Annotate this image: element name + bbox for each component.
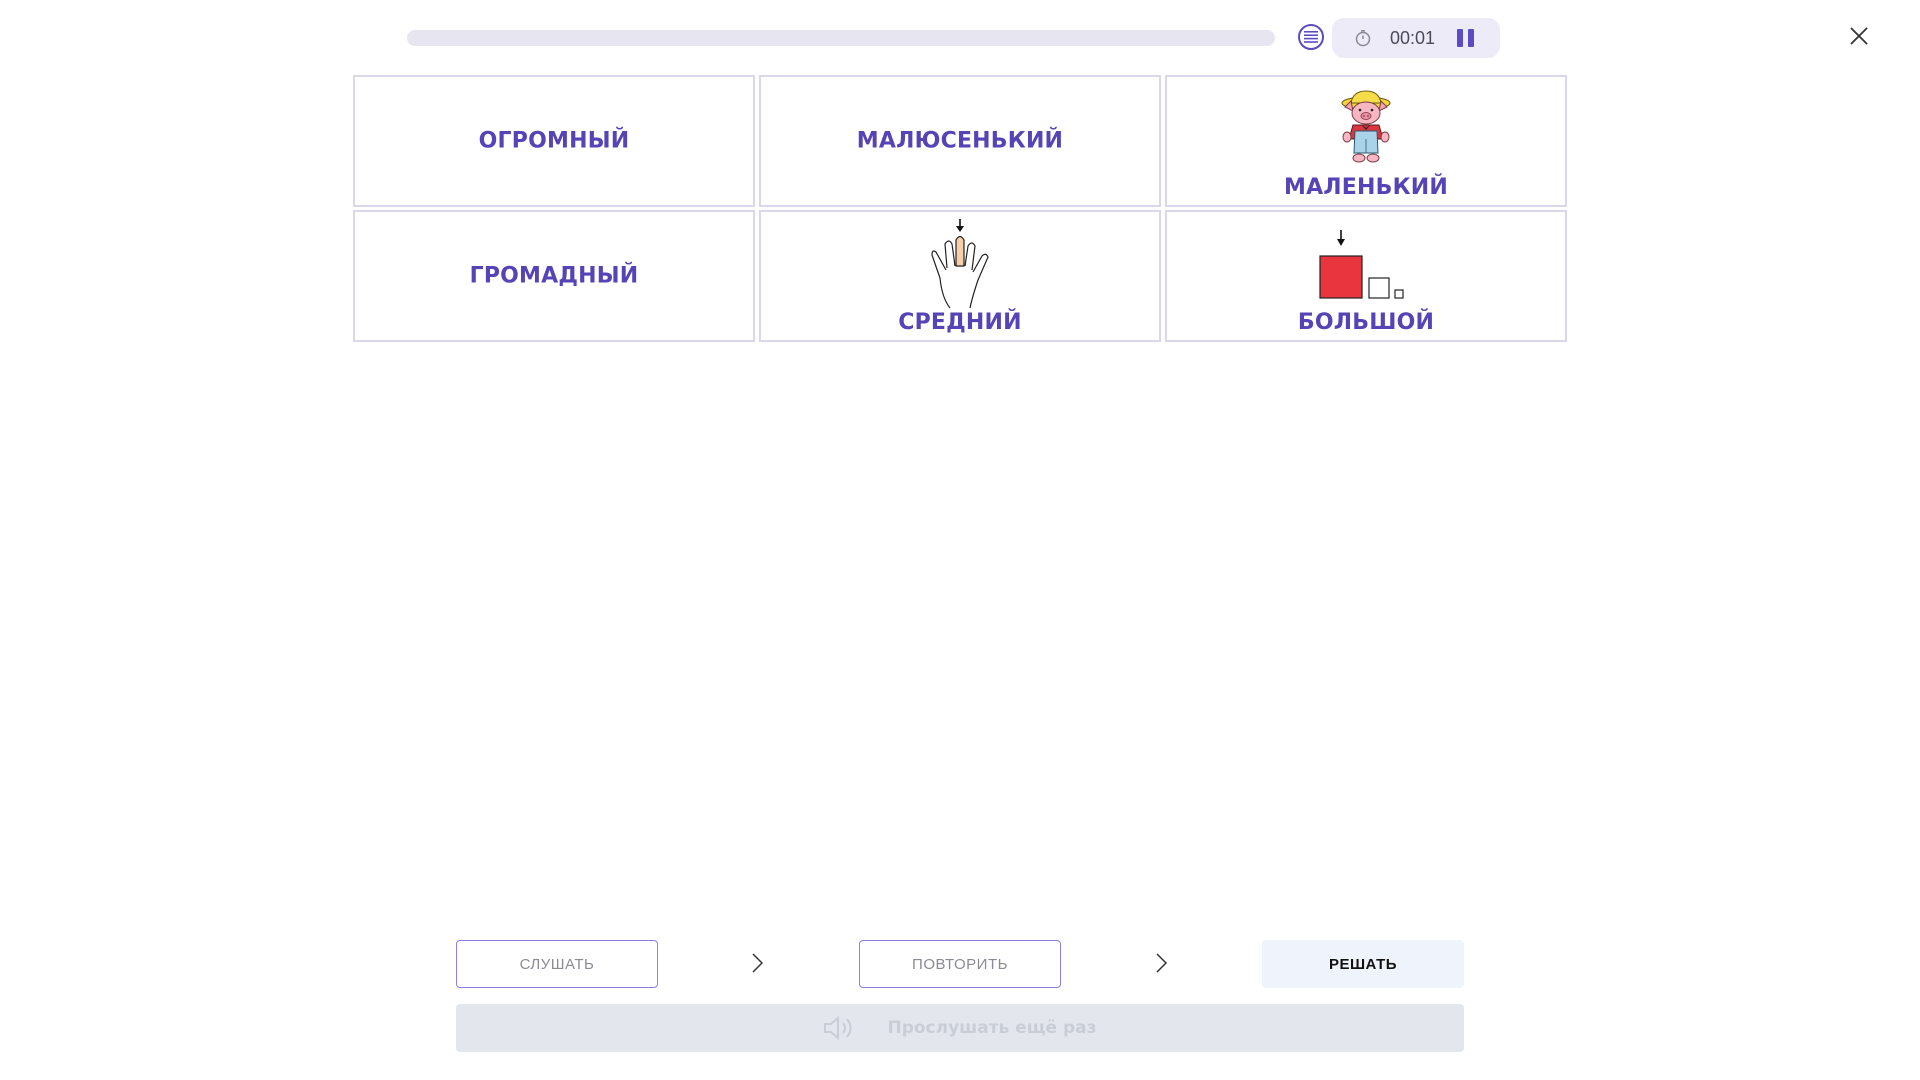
list-button[interactable] xyxy=(1298,24,1324,50)
stopwatch-icon xyxy=(1355,30,1371,47)
listen-again-label: Прослушать ещё раз xyxy=(887,1018,1097,1038)
close-icon[interactable] xyxy=(1847,24,1871,48)
card-word: БОЛЬШОЙ xyxy=(1297,310,1435,335)
list-icon xyxy=(1304,31,1318,43)
listen-again-button[interactable]: Прослушать ещё раз xyxy=(456,1004,1464,1052)
timer: 00:01 xyxy=(1332,18,1500,58)
speaker-icon xyxy=(824,1015,852,1041)
card-word: МАЛЮСЕНЬКИЙ xyxy=(856,128,1064,154)
pause-icon xyxy=(1457,29,1463,47)
word-card[interactable]: МАЛЕНЬКИЙ xyxy=(1165,75,1567,207)
word-card[interactable]: МАЛЮСЕНЬКИЙ xyxy=(759,75,1161,207)
pause-icon-bar xyxy=(1468,29,1474,47)
card-word: ГРОМАДНЫЙ xyxy=(469,263,639,289)
word-card[interactable]: БОЛЬШОЙ xyxy=(1165,210,1567,342)
pig-illustration xyxy=(1341,90,1391,163)
word-card[interactable]: ГРОМАДНЫЙ xyxy=(353,210,755,342)
pause-button[interactable] xyxy=(1457,29,1475,47)
progress-bar xyxy=(407,30,1275,46)
timer-value: 00:01 xyxy=(1390,28,1436,48)
card-word: ОГРОМНЫЙ xyxy=(478,128,630,154)
word-card[interactable]: ОГРОМНЫЙ xyxy=(353,75,755,207)
listen-button[interactable]: СЛУШАТЬ xyxy=(456,940,658,988)
chevron-right-icon xyxy=(752,953,764,973)
chevron-right-icon xyxy=(1156,953,1168,973)
card-word: СРЕДНИЙ xyxy=(898,310,1022,335)
word-card[interactable]: СРЕДНИЙ xyxy=(759,210,1161,342)
solve-button[interactable]: РЕШАТЬ xyxy=(1262,940,1464,988)
repeat-button[interactable]: ПОВТОРИТЬ xyxy=(859,940,1061,988)
card-word: МАЛЕНЬКИЙ xyxy=(1283,175,1448,200)
word-grid: ОГРОМНЫЙ МАЛЮСЕНЬКИЙ МАЛЕНЬКИЙ ГРОМАДНЫЙ… xyxy=(353,75,1567,343)
hand-middle-finger-illustration xyxy=(931,219,989,309)
large-square-illustration xyxy=(1319,230,1404,299)
